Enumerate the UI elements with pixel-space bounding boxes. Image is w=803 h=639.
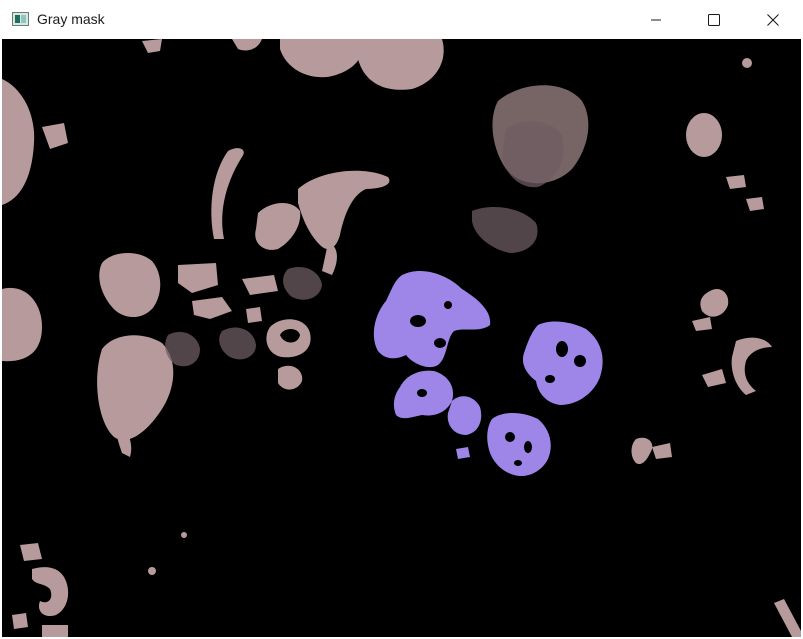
close-icon — [767, 13, 779, 26]
minimize-button[interactable] — [627, 0, 685, 39]
window-title: Gray mask — [37, 11, 105, 27]
close-button[interactable] — [743, 0, 803, 39]
maximize-button[interactable] — [685, 0, 743, 39]
maximize-icon — [708, 13, 720, 26]
title-bar[interactable]: Gray mask — [0, 0, 803, 39]
minimize-icon — [651, 19, 661, 20]
app-icon — [12, 12, 29, 26]
app-window: Gray mask — [0, 0, 803, 639]
mask-image-canvas — [2, 39, 801, 637]
gray-mask-image — [2, 39, 801, 637]
